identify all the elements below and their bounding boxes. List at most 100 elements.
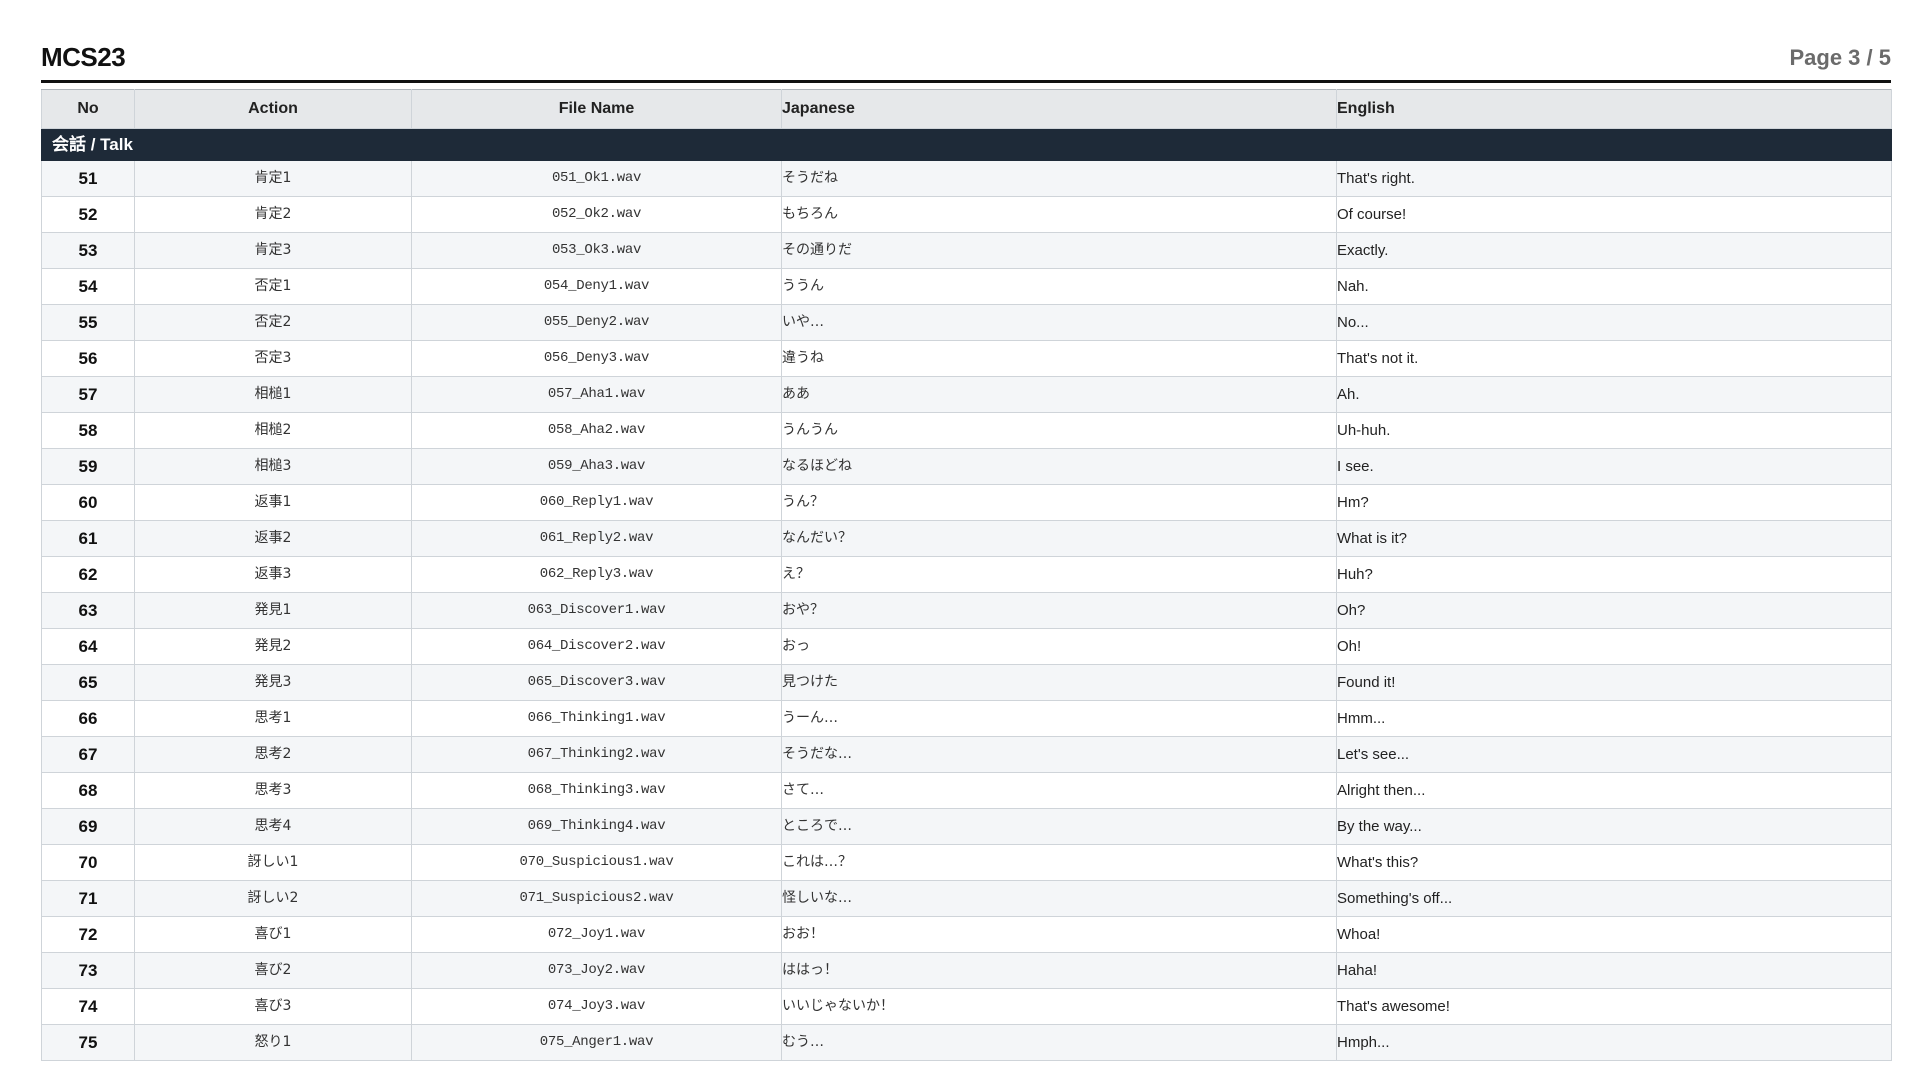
table-row: 66 思考1 066_Thinking1.wav うーん… Hmm... <box>41 700 1892 737</box>
cell-japanese: そうだな… <box>781 736 1337 773</box>
cell-japanese: うーん… <box>781 700 1337 737</box>
cell-no: 65 <box>41 664 135 701</box>
table-row: 65 発見3 065_Discover3.wav 見つけた Found it! <box>41 664 1892 701</box>
cell-action: 喜び3 <box>134 988 412 1025</box>
column-header-no: No <box>41 89 135 129</box>
cell-japanese: そうだね <box>781 160 1337 197</box>
cell-japanese: ううん <box>781 268 1337 305</box>
table-row: 52 肯定2 052_Ok2.wav もちろん Of course! <box>41 196 1892 233</box>
page-indicator: Page 3 / 5 <box>1789 45 1891 70</box>
table-row: 71 訝しい2 071_Suspicious2.wav 怪しいな… Something'… <box>41 880 1892 917</box>
cell-no: 55 <box>41 304 135 341</box>
cell-english: That's awesome! <box>1336 988 1892 1025</box>
cell-file-name: 062_Reply3.wav <box>411 556 782 593</box>
cell-no: 62 <box>41 556 135 593</box>
cell-english: That's not it. <box>1336 340 1892 377</box>
cell-no: 70 <box>41 844 135 881</box>
table-row: 75 怒り1 075_Anger1.wav むう… Hmph... <box>41 1024 1892 1061</box>
table-row: 55 否定2 055_Deny2.wav いや… No... <box>41 304 1892 341</box>
table-body: 会話 / Talk 51 肯定1 051_Ok1.wav そうだね That's rig… <box>41 128 1892 1061</box>
cell-no: 57 <box>41 376 135 413</box>
cell-action: 発見3 <box>134 664 412 701</box>
cell-japanese: これは…？ <box>781 844 1337 881</box>
cell-english: What's this? <box>1336 844 1892 881</box>
cell-action: 相槌3 <box>134 448 412 485</box>
cell-file-name: 052_Ok2.wav <box>411 196 782 233</box>
cell-japanese: もちろん <box>781 196 1337 233</box>
table-row: 64 発見2 064_Discover2.wav おっ Oh! <box>41 628 1892 665</box>
cell-file-name: 074_Joy3.wav <box>411 988 782 1025</box>
cell-japanese: さて… <box>781 772 1337 809</box>
cell-english: Haha! <box>1336 952 1892 989</box>
cell-english: Alright then... <box>1336 772 1892 809</box>
cell-file-name: 054_Deny1.wav <box>411 268 782 305</box>
table-row: 53 肯定3 053_Ok3.wav その通りだ Exactly. <box>41 232 1892 269</box>
cell-action: 相槌2 <box>134 412 412 449</box>
cell-no: 73 <box>41 952 135 989</box>
table-row: 74 喜び3 074_Joy3.wav いいじゃないか！ That's awesome! <box>41 988 1892 1025</box>
cell-file-name: 051_Ok1.wav <box>411 160 782 197</box>
cell-file-name: 059_Aha3.wav <box>411 448 782 485</box>
cell-english: Something's off... <box>1336 880 1892 917</box>
cell-english: No... <box>1336 304 1892 341</box>
cell-english: Exactly. <box>1336 232 1892 269</box>
cell-action: 発見2 <box>134 628 412 665</box>
cell-english: I see. <box>1336 448 1892 485</box>
table-header-row: No Action File Name Japanese English <box>41 89 1892 129</box>
cell-japanese: いや… <box>781 304 1337 341</box>
cell-action: 返事3 <box>134 556 412 593</box>
cell-no: 72 <box>41 916 135 953</box>
section-row: 会話 / Talk <box>41 128 1892 161</box>
table-row: 68 思考3 068_Thinking3.wav さて… Alright then... <box>41 772 1892 809</box>
cell-file-name: 073_Joy2.wav <box>411 952 782 989</box>
table-row: 54 否定1 054_Deny1.wav ううん Nah. <box>41 268 1892 305</box>
cell-english: Let's see... <box>1336 736 1892 773</box>
table-row: 67 思考2 067_Thinking2.wav そうだな… Let's see... <box>41 736 1892 773</box>
table-row: 73 喜び2 073_Joy2.wav ははっ！ Haha! <box>41 952 1892 989</box>
cell-action: 返事2 <box>134 520 412 557</box>
cell-english: Hmm... <box>1336 700 1892 737</box>
cell-no: 66 <box>41 700 135 737</box>
column-header-action: Action <box>134 89 412 129</box>
cell-japanese: むう… <box>781 1024 1337 1061</box>
cell-no: 68 <box>41 772 135 809</box>
cell-action: 訝しい2 <box>134 880 412 917</box>
voice-list-table: No Action File Name Japanese English 会話 … <box>41 89 1892 1061</box>
cell-action: 否定3 <box>134 340 412 377</box>
cell-no: 74 <box>41 988 135 1025</box>
cell-english: Huh? <box>1336 556 1892 593</box>
cell-file-name: 057_Aha1.wav <box>411 376 782 413</box>
cell-action: 思考4 <box>134 808 412 845</box>
table-row: 51 肯定1 051_Ok1.wav そうだね That's right. <box>41 160 1892 197</box>
cell-no: 61 <box>41 520 135 557</box>
cell-english: By the way... <box>1336 808 1892 845</box>
table-row: 58 相槌2 058_Aha2.wav うんうん Uh-huh. <box>41 412 1892 449</box>
table-row: 59 相槌3 059_Aha3.wav なるほどね I see. <box>41 448 1892 485</box>
cell-action: 返事1 <box>134 484 412 521</box>
cell-file-name: 065_Discover3.wav <box>411 664 782 701</box>
cell-file-name: 053_Ok3.wav <box>411 232 782 269</box>
cell-english: Found it! <box>1336 664 1892 701</box>
cell-japanese: その通りだ <box>781 232 1337 269</box>
cell-file-name: 075_Anger1.wav <box>411 1024 782 1061</box>
cell-no: 71 <box>41 880 135 917</box>
cell-english: Hmph... <box>1336 1024 1892 1061</box>
cell-japanese: 怪しいな… <box>781 880 1337 917</box>
cell-file-name: 063_Discover1.wav <box>411 592 782 629</box>
cell-file-name: 072_Joy1.wav <box>411 916 782 953</box>
cell-japanese: おっ <box>781 628 1337 665</box>
cell-japanese: 見つけた <box>781 664 1337 701</box>
cell-action: 肯定2 <box>134 196 412 233</box>
cell-no: 56 <box>41 340 135 377</box>
cell-no: 52 <box>41 196 135 233</box>
cell-file-name: 069_Thinking4.wav <box>411 808 782 845</box>
section-label: 会話 / Talk <box>41 128 1892 161</box>
cell-file-name: 064_Discover2.wav <box>411 628 782 665</box>
table-row: 63 発見1 063_Discover1.wav おや？ Oh? <box>41 592 1892 629</box>
cell-japanese: おや？ <box>781 592 1337 629</box>
table-row: 57 相槌1 057_Aha1.wav ああ Ah. <box>41 376 1892 413</box>
cell-file-name: 058_Aha2.wav <box>411 412 782 449</box>
cell-english: Hm? <box>1336 484 1892 521</box>
cell-english: Oh! <box>1336 628 1892 665</box>
table-row: 61 返事2 061_Reply2.wav なんだい？ What is it? <box>41 520 1892 557</box>
